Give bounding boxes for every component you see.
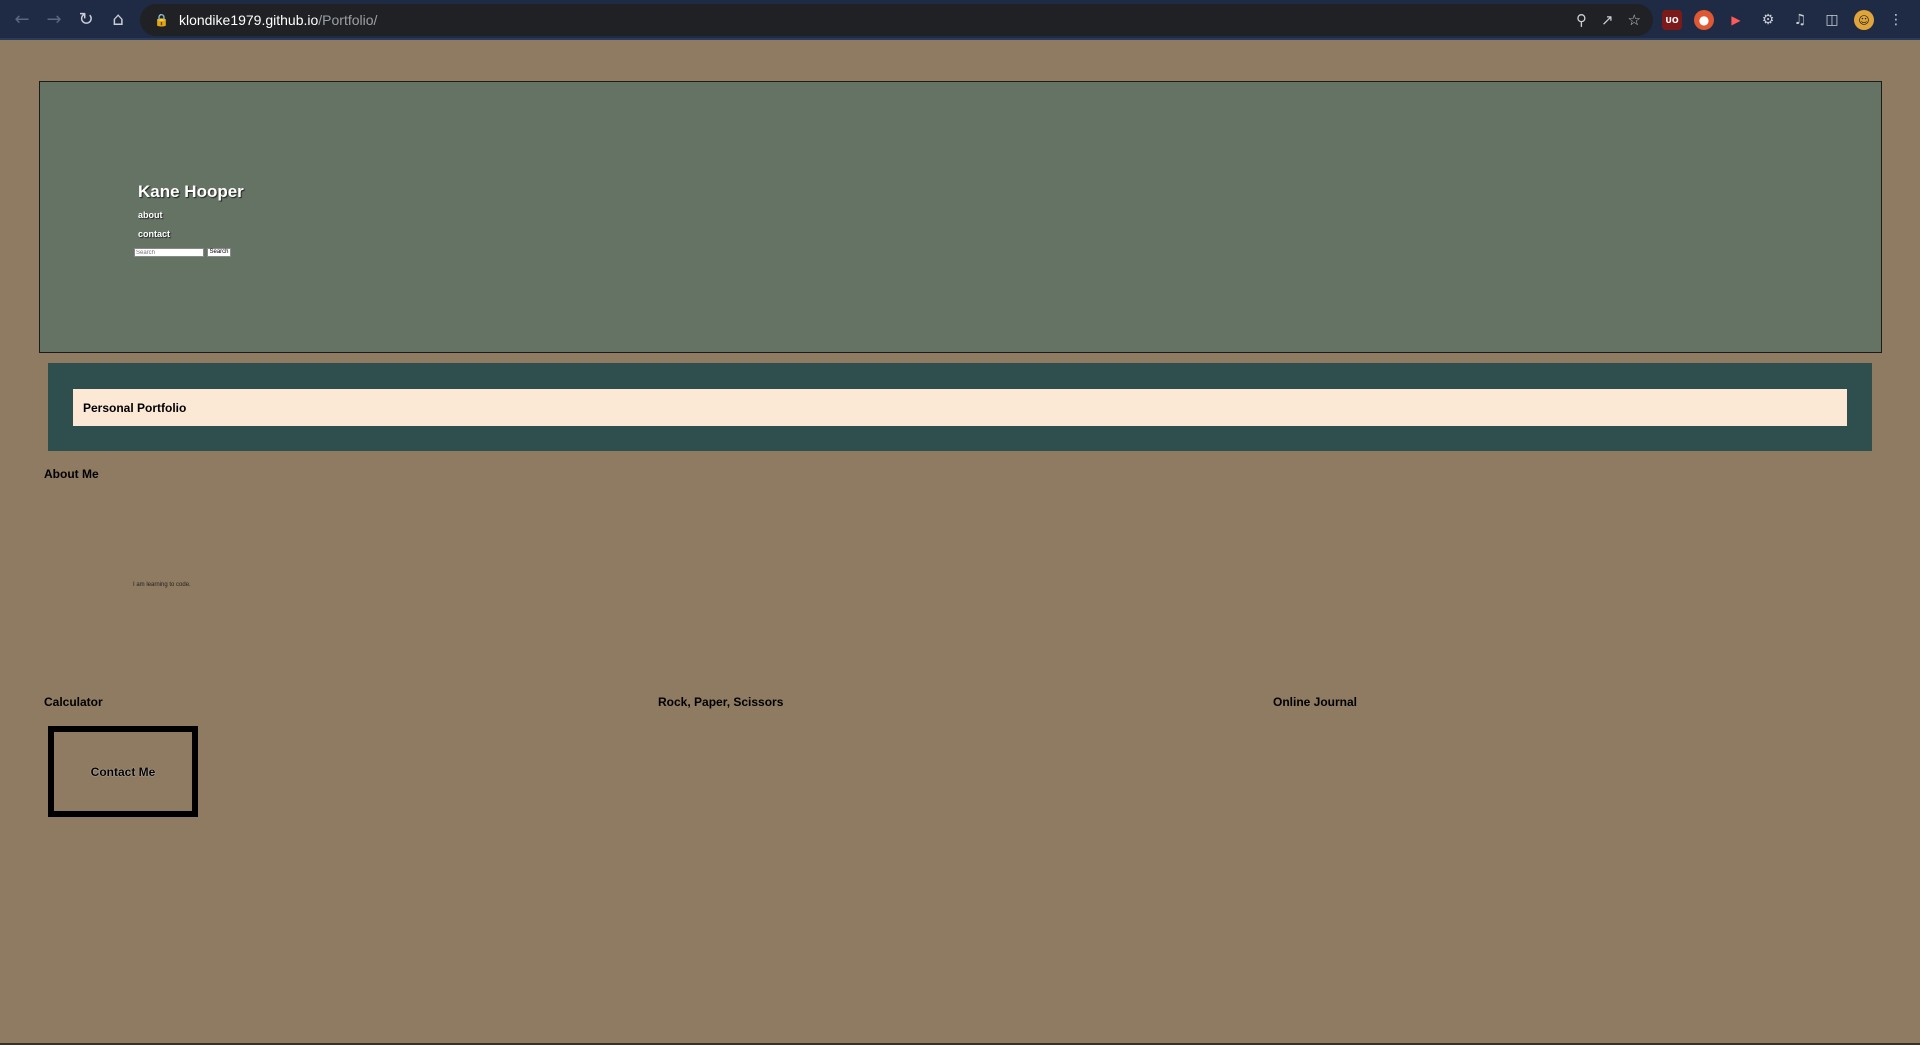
zoom-icon[interactable]: ⚲ <box>1576 11 1587 29</box>
url-path: /Portfolio/ <box>318 12 378 28</box>
lock-icon[interactable]: 🔒 <box>154 13 169 27</box>
search-button[interactable]: Search <box>207 248 231 257</box>
forward-icon[interactable]: → <box>38 3 70 35</box>
project-online-journal[interactable]: Online Journal <box>1273 695 1357 709</box>
portfolio-banner: Personal Portfolio <box>48 363 1872 451</box>
banner-title: Personal Portfolio <box>73 389 1847 426</box>
ublock-icon[interactable]: UO <box>1662 10 1682 30</box>
contact-me-button[interactable]: Contact Me <box>48 726 198 817</box>
nav-link-about[interactable]: about <box>138 210 163 220</box>
project-rock-paper-scissors[interactable]: Rock, Paper, Scissors <box>658 695 783 709</box>
kebab-menu-icon[interactable]: ⋮ <box>1886 10 1906 30</box>
share-icon[interactable]: ↗ <box>1601 11 1614 29</box>
nav-link-contact[interactable]: contact <box>138 229 170 239</box>
about-text: I am learning to code. <box>133 582 191 588</box>
media-queue-icon[interactable]: ♫ <box>1790 10 1810 30</box>
puzzle-icon[interactable]: ⚙ <box>1758 10 1778 30</box>
extensions-bar: UO ● ▶ ⚙ ♫ ◫ ☺ ⋮ <box>1662 4 1906 36</box>
site-title: Kane Hooper <box>138 182 244 201</box>
browser-toolbar: ← → ↻ ⌂ 🔒 klondike1979.github.io /Portfo… <box>0 0 1920 40</box>
record-icon[interactable]: ▶ <box>1726 10 1746 30</box>
site-header: Kane Hooper about contact Search <box>39 81 1882 353</box>
about-title: About Me <box>44 467 99 481</box>
url-host: klondike1979.github.io <box>178 12 319 28</box>
profile-avatar-icon[interactable]: ☺ <box>1854 10 1874 30</box>
search-input[interactable] <box>134 248 204 257</box>
contact-me-label: Contact Me <box>90 764 156 779</box>
duckduckgo-icon[interactable]: ● <box>1694 10 1714 30</box>
side-panel-icon[interactable]: ◫ <box>1822 10 1842 30</box>
address-bar[interactable]: 🔒 klondike1979.github.io /Portfolio/ ⚲ ↗… <box>140 4 1653 36</box>
project-calculator[interactable]: Calculator <box>44 695 103 709</box>
reload-icon[interactable]: ↻ <box>70 3 102 35</box>
address-bar-actions: ⚲ ↗ ☆ <box>1576 4 1641 36</box>
nav-buttons: ← → ↻ ⌂ <box>6 3 134 35</box>
star-icon[interactable]: ☆ <box>1628 11 1641 29</box>
back-icon[interactable]: ← <box>6 3 38 35</box>
home-icon[interactable]: ⌂ <box>102 3 134 35</box>
